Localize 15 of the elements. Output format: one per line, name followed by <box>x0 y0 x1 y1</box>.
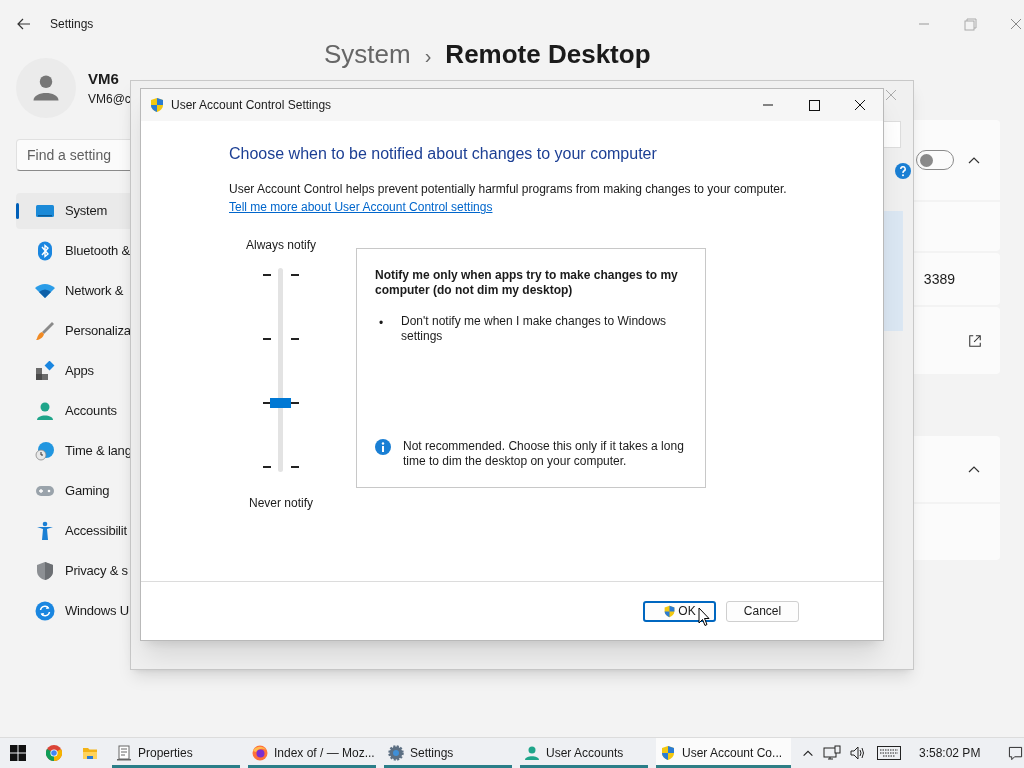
slider-top-label: Always notify <box>246 237 316 254</box>
user-name: VM6 <box>88 68 120 89</box>
description-text: User Account Control helps prevent potentially harmful programs from making changes to your computer. <box>229 181 788 198</box>
dialog-title: User Account Control Settings <box>171 97 332 114</box>
setting-title: Notify me only when apps try to make changes to my computer (do not dim my desktop) <box>375 268 679 298</box>
bullet-text: Don't notify me when I make changes to Windows settings <box>401 314 668 344</box>
note-text: Not recommended. Choose this only if it takes a long time to dim the desktop on your computer. <box>403 439 685 469</box>
dialog-heading: Choose when to be notified about changes to your computer <box>229 144 658 164</box>
slider-bottom-label: Never notify <box>249 495 313 512</box>
port-value: 3389 <box>923 269 955 289</box>
breadcrumb-separator: › <box>424 44 432 69</box>
bullet: • <box>378 315 385 332</box>
page-title: Remote Desktop <box>445 38 651 70</box>
user-email: VM6@c <box>88 91 131 109</box>
window-title: Settings <box>50 16 94 33</box>
